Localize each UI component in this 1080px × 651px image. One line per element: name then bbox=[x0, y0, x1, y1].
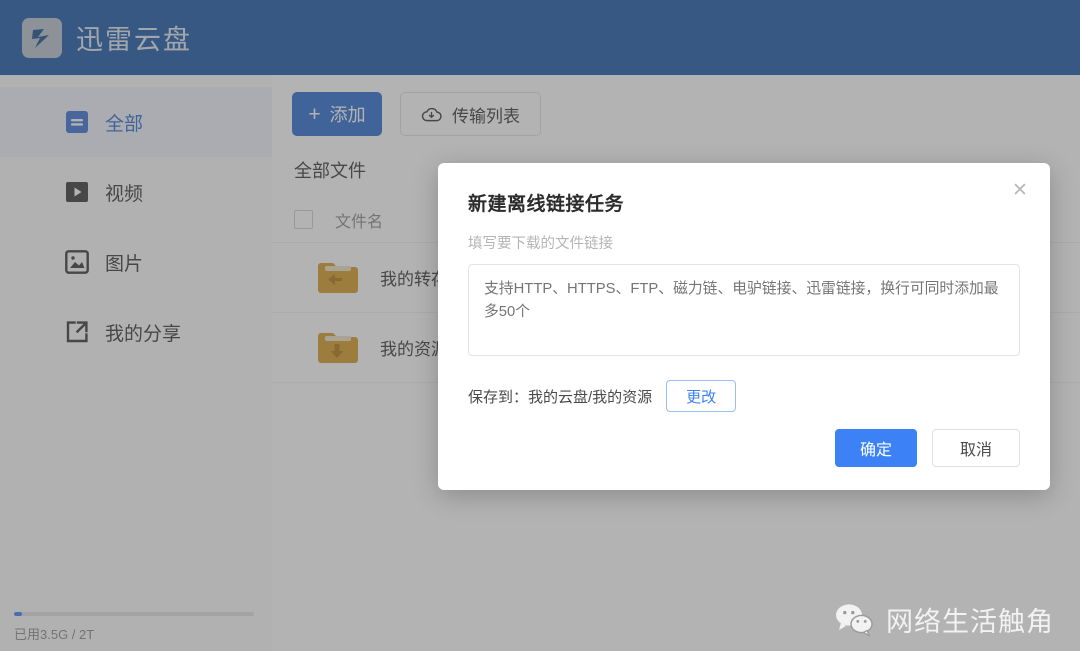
save-path-label: 保存到：我的云盘/我的资源 bbox=[468, 388, 653, 406]
wechat-icon bbox=[834, 603, 874, 637]
change-path-button[interactable]: 更改 bbox=[666, 380, 737, 412]
dialog-subtitle: 填写要下载的文件链接 bbox=[468, 236, 613, 252]
watermark: 网络生活触角 bbox=[834, 600, 1054, 639]
dialog-title: 新建离线链接任务 bbox=[468, 194, 625, 215]
close-icon[interactable]: ✕ bbox=[1007, 177, 1033, 203]
confirm-button[interactable]: 确定 bbox=[835, 429, 917, 467]
app-root: 迅雷云盘 全部 视频 图片 我的分享 已用3.5G / 2T + 添加 传输列表… bbox=[0, 0, 1080, 651]
cancel-button[interactable]: 取消 bbox=[932, 429, 1020, 467]
save-path-row: 保存到：我的云盘/我的资源 更改 bbox=[468, 380, 1020, 412]
dialog-actions: 确定 取消 bbox=[835, 429, 1020, 467]
offline-task-dialog: ✕ 新建离线链接任务 填写要下载的文件链接 保存到：我的云盘/我的资源 更改 确… bbox=[438, 163, 1050, 490]
link-input[interactable] bbox=[468, 264, 1020, 356]
watermark-text: 网络生活触角 bbox=[886, 607, 1054, 637]
